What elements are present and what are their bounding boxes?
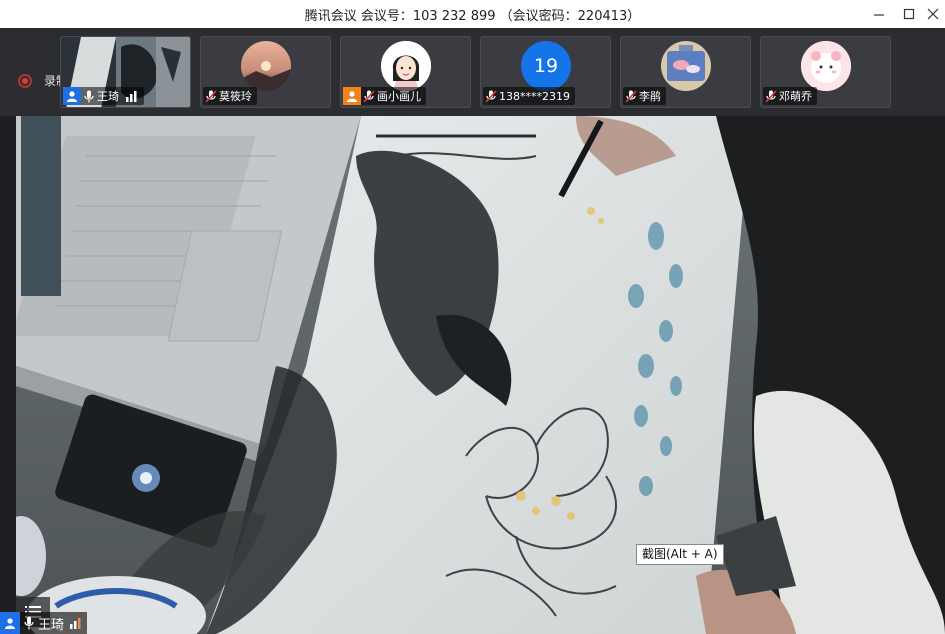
- participant-name: 邓萌乔: [779, 90, 812, 103]
- mic-icon: [20, 616, 38, 630]
- window-title: 腾讯会议 会议号：103 232 899 （会议密码：220413）: [304, 9, 641, 24]
- avatar: [801, 41, 851, 91]
- mic-muted-icon: [763, 87, 779, 105]
- video-frame: [16, 116, 945, 634]
- participant-tile-host[interactable]: 王琦: [60, 36, 191, 108]
- host-icon: [63, 87, 81, 105]
- main-speaker-name-bar: 王琦: [0, 612, 88, 634]
- avatar: [661, 41, 711, 91]
- avatar: 19: [521, 41, 571, 91]
- mic-muted-icon: [483, 87, 499, 105]
- participant-name: 莫筱玲: [219, 90, 252, 103]
- mic-muted-icon: [203, 87, 219, 105]
- host-icon: [0, 612, 20, 634]
- record-icon: [18, 73, 32, 88]
- mic-muted-icon: [361, 87, 377, 105]
- participant-name: 画小画儿: [377, 90, 421, 103]
- participant-name: 138****2319: [499, 89, 570, 103]
- mic-muted-icon: [623, 87, 639, 105]
- participant-name-bar: 李鹃: [623, 87, 666, 105]
- title-bar: 腾讯会议 会议号：103 232 899 （会议密码：220413）: [0, 0, 945, 28]
- signal-strength-icon: [126, 91, 137, 102]
- avatar: [241, 41, 291, 91]
- participant-strip: 录制中 王琦 莫: [0, 28, 945, 116]
- avatar-initials: 19: [533, 55, 559, 77]
- participant-tile[interactable]: 画小画儿: [340, 36, 471, 108]
- screenshot-tooltip: 截图(Alt + A): [636, 544, 724, 565]
- maximize-button[interactable]: [898, 4, 920, 24]
- participant-name-bar: 邓萌乔: [763, 87, 817, 105]
- signal-strength-icon: [70, 618, 81, 629]
- minimize-icon: [874, 14, 884, 16]
- guest-icon: [343, 87, 361, 105]
- participant-name: 李鹃: [639, 90, 661, 103]
- participant-tile[interactable]: 李鹃: [620, 36, 751, 108]
- main-speaker-name: 王琦: [38, 617, 65, 633]
- main-video[interactable]: [16, 116, 945, 634]
- participant-name-bar: 画小画儿: [343, 87, 426, 105]
- participant-name: 王琦: [97, 90, 119, 103]
- minimize-button[interactable]: [868, 4, 890, 24]
- participant-name-bar: 莫筱玲: [203, 87, 257, 105]
- maximize-icon: [903, 8, 915, 20]
- participant-name-bar: 王琦: [63, 87, 144, 105]
- close-button[interactable]: [922, 4, 944, 24]
- participant-name-bar: 138****2319: [483, 87, 575, 105]
- participant-tile[interactable]: 邓萌乔: [760, 36, 891, 108]
- avatar: [381, 41, 431, 91]
- close-icon: [927, 8, 939, 20]
- participant-tile[interactable]: 19 138****2319: [480, 36, 611, 108]
- mic-icon: [81, 87, 97, 105]
- participant-tile[interactable]: 莫筱玲: [200, 36, 331, 108]
